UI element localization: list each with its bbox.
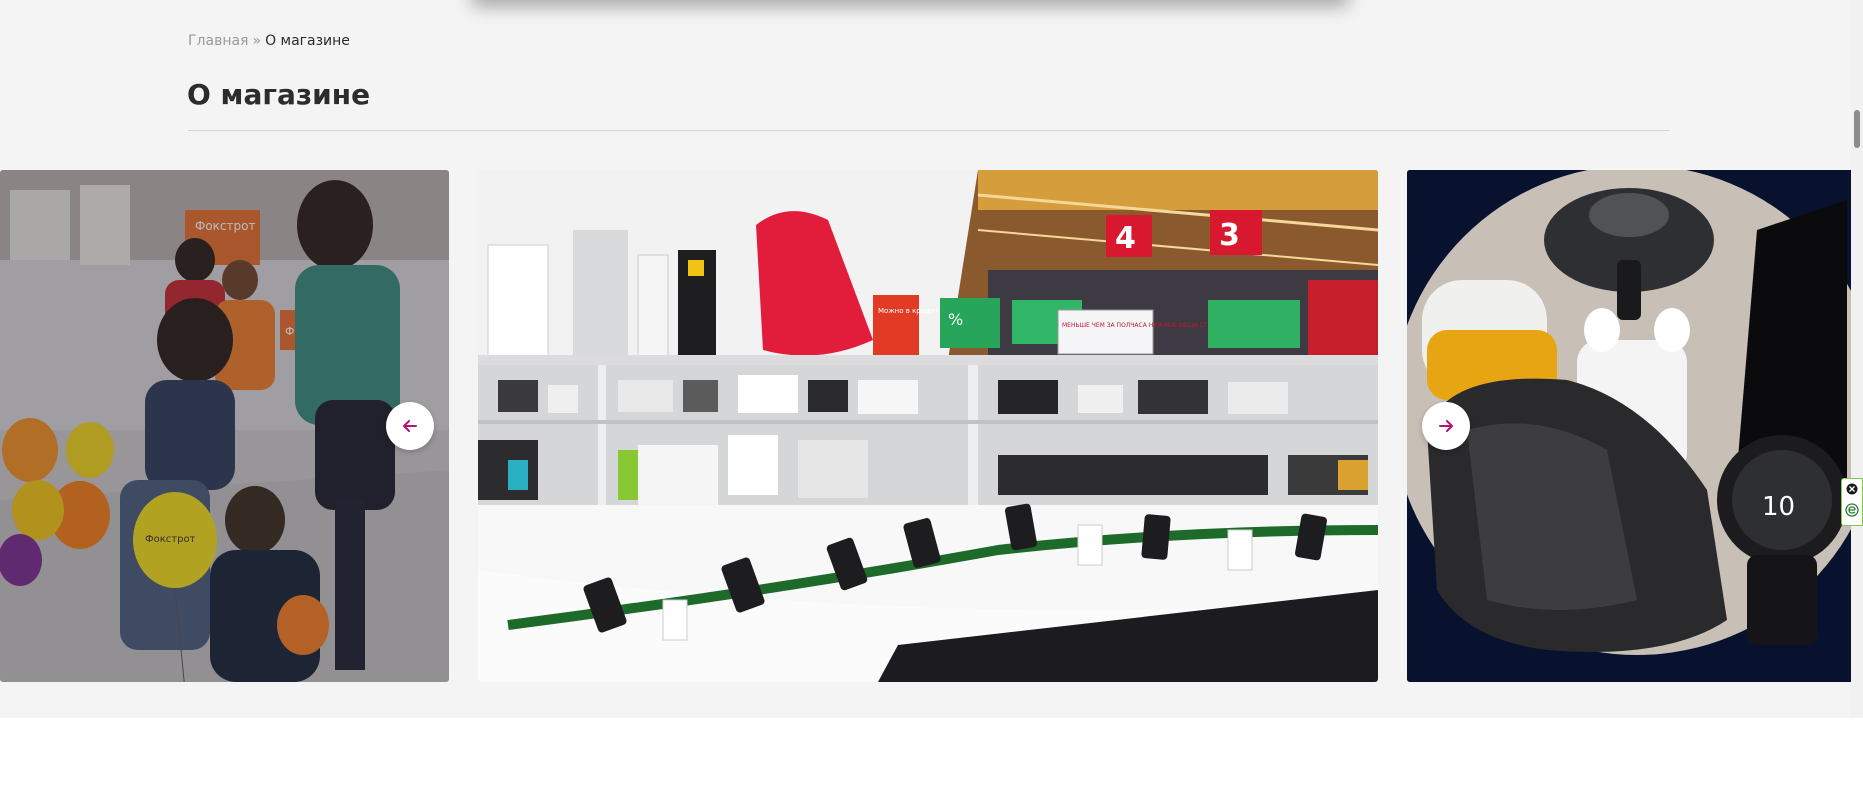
- breadcrumb: Главная» О магазине: [188, 33, 350, 49]
- store-event-photo: Фокстрот Фокстрот Фо: [0, 170, 449, 682]
- scrollbar-thumb[interactable]: [1854, 110, 1860, 148]
- slide-store-showcase[interactable]: 4 3 Можно в кредит % МЕНЬШЕ ЧЕМ ЗА ПОЛЧА…: [478, 170, 1378, 682]
- breadcrumb-current: О магазине: [265, 33, 350, 49]
- side-widget[interactable]: [1841, 478, 1863, 526]
- slider-prev-button[interactable]: [386, 402, 434, 450]
- about-section: Главная»О магазине О магазине Фокстрот Ф…: [0, 0, 1857, 718]
- title-divider: [188, 130, 1669, 131]
- arrow-right-icon: [1439, 420, 1453, 432]
- arrow-left-icon: [403, 420, 417, 432]
- sign-three: 3: [1219, 218, 1240, 253]
- sign-four: 4: [1115, 221, 1136, 256]
- watch-number: 10: [1762, 492, 1795, 522]
- slide-gadgets[interactable]: 10: [1407, 170, 1857, 682]
- close-circle-icon[interactable]: [1846, 483, 1858, 495]
- gadgets-collage-photo: 10: [1407, 170, 1857, 682]
- page-title: О магазине: [187, 78, 371, 111]
- breadcrumb-home-link[interactable]: Главная: [188, 33, 248, 49]
- page-scrollbar[interactable]: [1851, 0, 1863, 718]
- slider-next-button[interactable]: [1422, 402, 1470, 450]
- credit-sign: Можно в кредит: [878, 307, 939, 315]
- store-showcase-photo: 4 3 Можно в кредит % МЕНЬШЕ ЧЕМ ЗА ПОЛЧА…: [478, 170, 1378, 682]
- breadcrumb-separator: »: [252, 33, 262, 49]
- e-letter-icon[interactable]: [1845, 503, 1859, 517]
- percent-sign: %: [948, 310, 963, 329]
- slide-store-event[interactable]: Фокстрот Фокстрот Фо: [0, 170, 449, 682]
